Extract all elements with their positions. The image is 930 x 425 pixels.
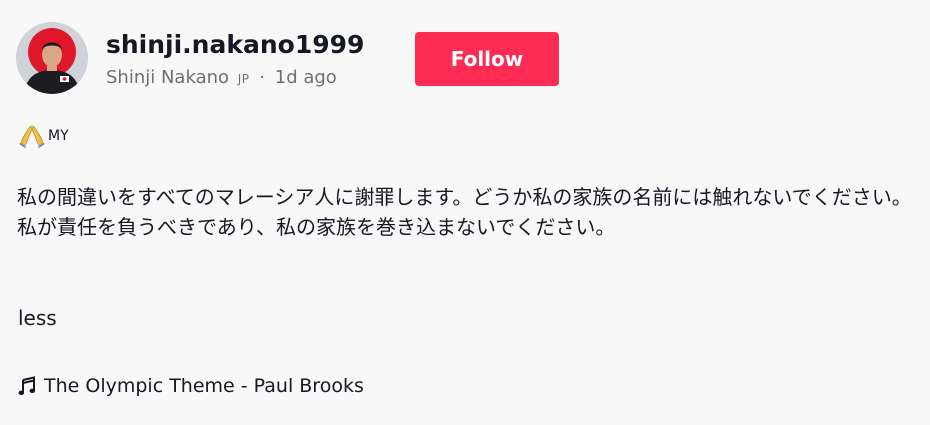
meta-separator: · <box>259 67 266 88</box>
caption-text: 私の間違いをすべてのマレーシア人に謝罪します。どうか私の家族の名前には触れないで… <box>17 185 912 239</box>
less-button[interactable]: less <box>18 304 57 332</box>
display-name[interactable]: Shinji Nakano <box>106 67 229 88</box>
music-title[interactable]: The Olympic Theme - Paul Brooks <box>44 374 364 398</box>
tag-text: MY <box>48 128 69 144</box>
follow-button[interactable]: Follow <box>415 32 559 86</box>
avatar-image <box>16 22 88 94</box>
author-meta: Shinji Nakano JP · 1d ago <box>106 66 337 91</box>
music-link[interactable]: The Olympic Theme - Paul Brooks <box>18 374 364 398</box>
music-note-icon <box>18 376 36 395</box>
username[interactable]: shinji.nakano1999 <box>106 30 364 60</box>
region-badge: JP <box>237 72 250 86</box>
folded-hands-icon <box>19 125 45 148</box>
avatar[interactable] <box>16 22 88 94</box>
tag-line: MY <box>18 124 69 148</box>
post-time: 1d ago <box>274 67 337 88</box>
